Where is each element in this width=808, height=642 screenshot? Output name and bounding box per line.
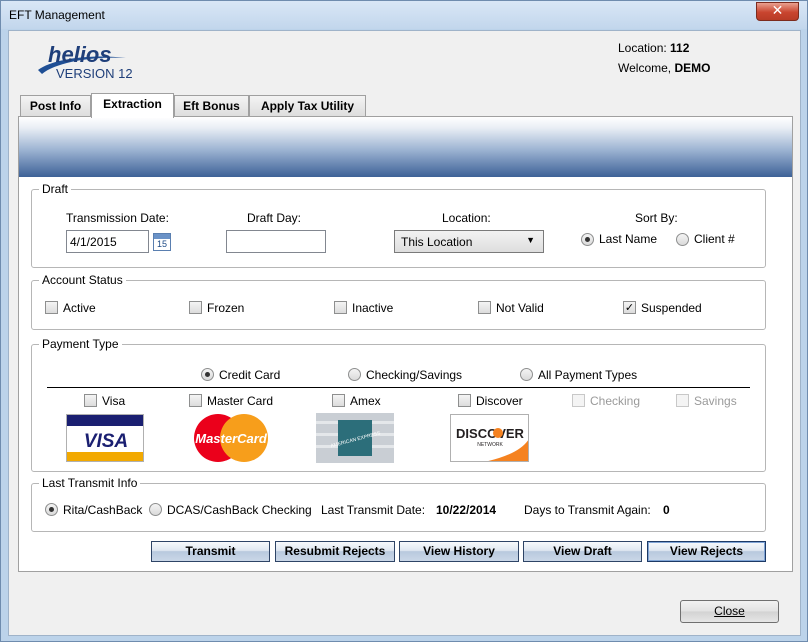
draft-day-label: Draft Day:: [247, 211, 302, 225]
draft-group: Draft: [31, 182, 766, 268]
discover-logo-text: DISCOVER: [456, 426, 525, 441]
discover-checkbox[interactable]: [458, 394, 471, 407]
location-filter-label: Location:: [442, 211, 491, 225]
credit-card-label[interactable]: Credit Card: [219, 368, 280, 382]
window-title: EFT Management: [9, 8, 105, 22]
visa-logo-text: VISA: [84, 431, 128, 452]
master-card-checkbox[interactable]: [189, 394, 202, 407]
chevron-down-icon: ▼: [526, 235, 535, 245]
amex-label[interactable]: Amex: [350, 394, 381, 408]
dcas-cashback-label[interactable]: DCAS/CashBack Checking: [167, 503, 312, 517]
welcome-label: Welcome,: [618, 61, 672, 75]
window-client-area: helios VERSION 12 Location: 112 Welcome,…: [8, 30, 801, 636]
suspended-checkbox[interactable]: ✓: [623, 301, 636, 314]
last-transmit-date-value: 10/22/2014: [436, 503, 497, 517]
sort-last-name-label[interactable]: Last Name: [599, 232, 657, 246]
sort-client-radio[interactable]: [676, 233, 689, 246]
title-bar[interactable]: EFT Management ✕: [1, 1, 807, 29]
active-checkbox[interactable]: [45, 301, 58, 314]
view-history-button[interactable]: View History: [399, 541, 519, 562]
days-to-transmit-value: 0: [663, 503, 670, 517]
days-to-transmit-label: Days to Transmit Again:: [524, 503, 651, 517]
logo-version: VERSION 12: [56, 66, 133, 81]
savings-label: Savings: [694, 394, 737, 408]
header-banner: [19, 117, 792, 177]
rita-cashback-radio[interactable]: [45, 503, 58, 516]
last-transmit-legend: Last Transmit Info: [42, 476, 138, 490]
mastercard-logo: MasterCard: [188, 413, 274, 463]
calendar-icon[interactable]: 15: [153, 233, 171, 251]
visa-label[interactable]: Visa: [102, 394, 125, 408]
mastercard-logo-text: MasterCard: [195, 431, 268, 446]
payment-type-legend: Payment Type: [42, 337, 119, 351]
rita-cashback-label[interactable]: Rita/CashBack: [63, 503, 142, 517]
last-transmit-date-label: Last Transmit Date:: [321, 503, 426, 517]
tab-apply-tax-utility[interactable]: Apply Tax Utility: [249, 95, 366, 117]
tab-post-info[interactable]: Post Info: [20, 95, 91, 117]
extraction-panel: Draft Transmission Date: 4/1/2015 15 Dra…: [18, 116, 793, 572]
checking-label: Checking: [590, 394, 641, 408]
suspended-label[interactable]: Suspended: [641, 301, 702, 315]
location-select-value: This Location: [401, 235, 473, 249]
dcas-cashback-radio[interactable]: [149, 503, 162, 516]
frozen-label[interactable]: Frozen: [207, 301, 244, 315]
logo-brand: helios: [48, 42, 112, 67]
resubmit-rejects-button[interactable]: Resubmit Rejects: [275, 541, 395, 562]
welcome-info: Welcome, DEMO: [618, 61, 710, 75]
eft-management-window: EFT Management ✕ helios VERSION 12 Locat…: [0, 0, 808, 642]
location-select[interactable]: This Location ▼: [394, 230, 544, 253]
amex-logo: AMERICAN EXPRESS: [316, 413, 394, 463]
view-draft-button[interactable]: View Draft: [523, 541, 642, 562]
checking-checkbox[interactable]: [572, 394, 585, 407]
amex-checkbox[interactable]: [332, 394, 345, 407]
transmission-date-label: Transmission Date:: [66, 211, 169, 225]
tab-extraction[interactable]: Extraction: [91, 93, 174, 118]
account-status-legend: Account Status: [42, 273, 123, 287]
not-valid-checkbox[interactable]: [478, 301, 491, 314]
draft-day-input[interactable]: [226, 230, 326, 253]
sort-by-label: Sort By:: [635, 211, 678, 225]
close-icon: ✕: [771, 3, 784, 19]
frozen-checkbox[interactable]: [189, 301, 202, 314]
discover-logo: DISCOVER NETWORK: [450, 414, 529, 462]
discover-logo-sub: NETWORK: [477, 442, 503, 448]
active-label[interactable]: Active: [63, 301, 96, 315]
checking-savings-radio[interactable]: [348, 368, 361, 381]
credit-card-radio[interactable]: [201, 368, 214, 381]
not-valid-label[interactable]: Not Valid: [496, 301, 544, 315]
view-rejects-button[interactable]: View Rejects: [647, 541, 766, 562]
helios-logo: helios VERSION 12: [38, 42, 133, 81]
inactive-checkbox[interactable]: [334, 301, 347, 314]
welcome-user: DEMO: [674, 61, 711, 75]
location-value: 112: [670, 41, 690, 55]
sort-client-label[interactable]: Client #: [694, 232, 735, 246]
close-button[interactable]: Close: [680, 600, 779, 623]
discover-label[interactable]: Discover: [476, 394, 523, 408]
sort-last-name-radio[interactable]: [581, 233, 594, 246]
transmission-date-input[interactable]: 4/1/2015: [66, 230, 149, 253]
transmit-button[interactable]: Transmit: [151, 541, 270, 562]
checking-savings-label[interactable]: Checking/Savings: [366, 368, 462, 382]
window-close-button[interactable]: ✕: [756, 2, 799, 21]
visa-logo: VISA: [66, 414, 144, 462]
draft-legend: Draft: [42, 182, 69, 196]
visa-checkbox[interactable]: [84, 394, 97, 407]
master-card-label[interactable]: Master Card: [207, 394, 273, 408]
payment-divider: [47, 387, 750, 388]
location-label: Location:: [618, 41, 667, 55]
location-info: Location: 112: [618, 41, 689, 55]
savings-checkbox[interactable]: [676, 394, 689, 407]
inactive-label[interactable]: Inactive: [352, 301, 393, 315]
all-payment-types-label[interactable]: All Payment Types: [538, 368, 637, 382]
tab-eft-bonus[interactable]: Eft Bonus: [174, 95, 249, 117]
all-payment-types-radio[interactable]: [520, 368, 533, 381]
